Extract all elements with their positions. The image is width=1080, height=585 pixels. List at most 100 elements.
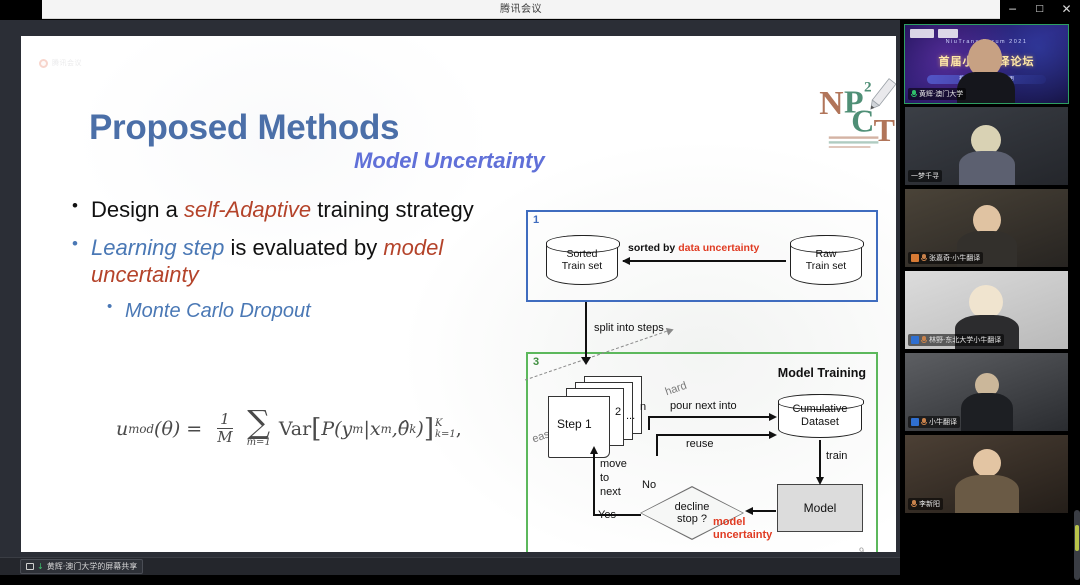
tile-4-name-badge: 林野·东北大学小牛翻译	[908, 334, 1005, 346]
tile-2-body	[959, 151, 1015, 185]
train-label: train	[826, 450, 848, 462]
avatar	[911, 254, 919, 262]
step-n-label: n	[640, 401, 647, 413]
mic-unmuted-icon	[911, 89, 917, 99]
reuse-arrow-stem	[656, 434, 658, 456]
video-tile-speaker[interactable]: NiuTrans Forum 2021 首届小牛翻译论坛 机器翻译技术与产业应用…	[904, 24, 1069, 104]
avatar	[911, 336, 919, 344]
formula-inner-x: x	[369, 417, 381, 440]
bullet-2-part-0: Learning step	[91, 234, 225, 260]
formula-sup-1: m	[352, 421, 364, 436]
tile-3-name-badge: 张嘉奇·小牛翻译	[908, 252, 984, 264]
model-box: Model	[777, 484, 863, 532]
tile-2-name: 一梦千寻	[911, 172, 939, 180]
formula-lhs-sub: mod	[128, 421, 155, 436]
formula-inner-p: P(y	[321, 417, 353, 440]
bullet-1-part-1: self-Adaptive	[183, 197, 312, 222]
diagram-box-3: 3 Model Training 9 easy hard Step 1 2 ..…	[524, 329, 878, 552]
train-arrow-icon	[816, 440, 823, 485]
formula-lhs-fn: u	[116, 417, 129, 440]
formula-frac-denominator: M	[217, 428, 233, 447]
formula-close-paren: )	[416, 417, 424, 440]
reuse-arrow-icon	[656, 431, 777, 438]
video-tile-4[interactable]: 林野·东北大学小牛翻译	[905, 271, 1068, 349]
nlp2ct-logo-icon: N P 2 C T	[819, 78, 896, 148]
sidebar-scroll-thumb[interactable]	[1075, 525, 1079, 551]
mic-muted-icon	[921, 335, 927, 345]
avatar	[911, 418, 919, 426]
sorted-train-set-line1: Sorted	[566, 247, 598, 260]
formula-summation: ∑ m=1	[247, 403, 271, 448]
close-button[interactable]: ✕	[1053, 0, 1080, 19]
reuse-label: reuse	[686, 438, 714, 450]
shared-slide: 腾讯会议 Proposed Methods Model Uncertainty …	[21, 36, 896, 552]
svg-text:2: 2	[864, 79, 872, 96]
raw-train-set-line1: Raw	[815, 247, 837, 260]
decision-line2: stop ?	[677, 513, 707, 525]
pour-next-into-arrow-icon	[648, 413, 777, 420]
tile-1-name: 黄辉·澳门大学	[919, 90, 964, 98]
formula-bracket-limits: K k=1	[435, 418, 456, 440]
formula-bracket-sup: K	[434, 417, 443, 429]
split-into-steps-label: split into steps	[594, 322, 664, 334]
minimize-button[interactable]: ─	[999, 0, 1026, 19]
cumulative-dataset-line2: Dataset	[801, 416, 839, 428]
step-1-label: Step 1	[557, 417, 592, 431]
video-tile-5[interactable]: 小牛翻译	[905, 353, 1068, 431]
pour-next-into-label: pour next into	[670, 400, 737, 412]
formula-trailing-comma: ,	[455, 417, 462, 440]
sorted-by-label: sorted by data uncertainty	[628, 242, 759, 254]
yes-label: Yes	[598, 509, 616, 521]
video-tile-6[interactable]: 李新阳	[905, 435, 1068, 513]
meeting-window: 腾讯会议 ─ □ ✕ 腾讯会议 Proposed Methods Model U…	[0, 0, 1080, 585]
formula-frac-numerator: 1	[217, 411, 233, 430]
raw-train-set-cylinder: Raw Train set	[789, 234, 864, 285]
mic-muted-icon	[921, 417, 927, 427]
monitor-icon	[26, 563, 34, 570]
formula-close-bracket: ]	[423, 413, 434, 444]
tile-6-head	[973, 449, 1001, 477]
decision-text: decline stop ?	[640, 486, 744, 540]
maximize-button[interactable]: □	[1026, 0, 1053, 19]
sorted-train-set-line2: Train set	[561, 260, 603, 272]
formula-fraction: 1 M	[214, 411, 235, 447]
tile-6-body	[955, 475, 1019, 513]
cumulative-dataset-cylinder: Cumulative Dataset	[777, 393, 864, 438]
formula-bracket-sub: k=1	[434, 428, 456, 440]
share-status-label: 黄辉·澳门大学的屏幕共享	[46, 562, 138, 571]
stage-bottom-filler	[0, 575, 900, 585]
formula-open-bracket: [	[311, 413, 322, 444]
bullet-1-part-0: Design a	[91, 197, 184, 222]
shared-screen-stage[interactable]: 腾讯会议 Proposed Methods Model Uncertainty …	[0, 20, 900, 557]
raw-train-set-line2: Train set	[805, 260, 847, 272]
move-label: move	[600, 458, 627, 470]
diagram-box-1: 1 Sorted Train set Raw Train set sorted …	[526, 210, 878, 302]
tile-6-name-badge: 李新阳	[908, 498, 943, 510]
formula-theta-hat: θ̂	[397, 417, 410, 440]
video-tile-3[interactable]: 张嘉奇·小牛翻译	[905, 189, 1068, 267]
tile-5-body	[961, 393, 1013, 431]
download-arrow-icon: ↓	[37, 562, 44, 571]
to-label: to	[600, 472, 610, 484]
step-ellipsis-label: ...	[626, 410, 636, 422]
bullet-1-part-2: training strategy	[311, 197, 474, 222]
formula-sup-2: m	[380, 421, 392, 436]
split-connector-arrow-icon	[580, 302, 592, 365]
hard-label: hard	[663, 379, 689, 399]
model-uncertainty-arrow-icon	[745, 507, 776, 514]
video-tile-2[interactable]: 一梦千寻	[905, 107, 1068, 185]
diagram-box-1-number: 1	[533, 214, 540, 226]
sigma-glyph-icon: ∑	[247, 403, 271, 441]
screen-share-indicator[interactable]: ↓ 黄辉·澳门大学的屏幕共享	[20, 559, 144, 574]
slide-subtitle: Model Uncertainty	[354, 148, 545, 173]
window-title: 腾讯会议	[500, 4, 542, 15]
tile-1-name-badge: 黄辉·澳门大学	[908, 88, 967, 100]
tile-6-name: 李新阳	[919, 500, 940, 508]
next-label: next	[600, 486, 621, 498]
data-uncertainty-text: data uncertainty	[678, 242, 760, 254]
model-uncertainty-formula: u mod (θ) = 1 M ∑ m=1 Var [ P(y m | x m, θ̂ k) …	[116, 403, 462, 448]
bullet-2: Learning step is evaluated by model unce…	[69, 233, 499, 289]
tile-4-name: 林野·东北大学小牛翻译	[929, 336, 1002, 344]
participant-video-sidebar[interactable]: NiuTrans Forum 2021 首届小牛翻译论坛 机器翻译技术与产业应用…	[900, 20, 1080, 585]
pour-next-into-arrow-stem	[648, 416, 650, 430]
